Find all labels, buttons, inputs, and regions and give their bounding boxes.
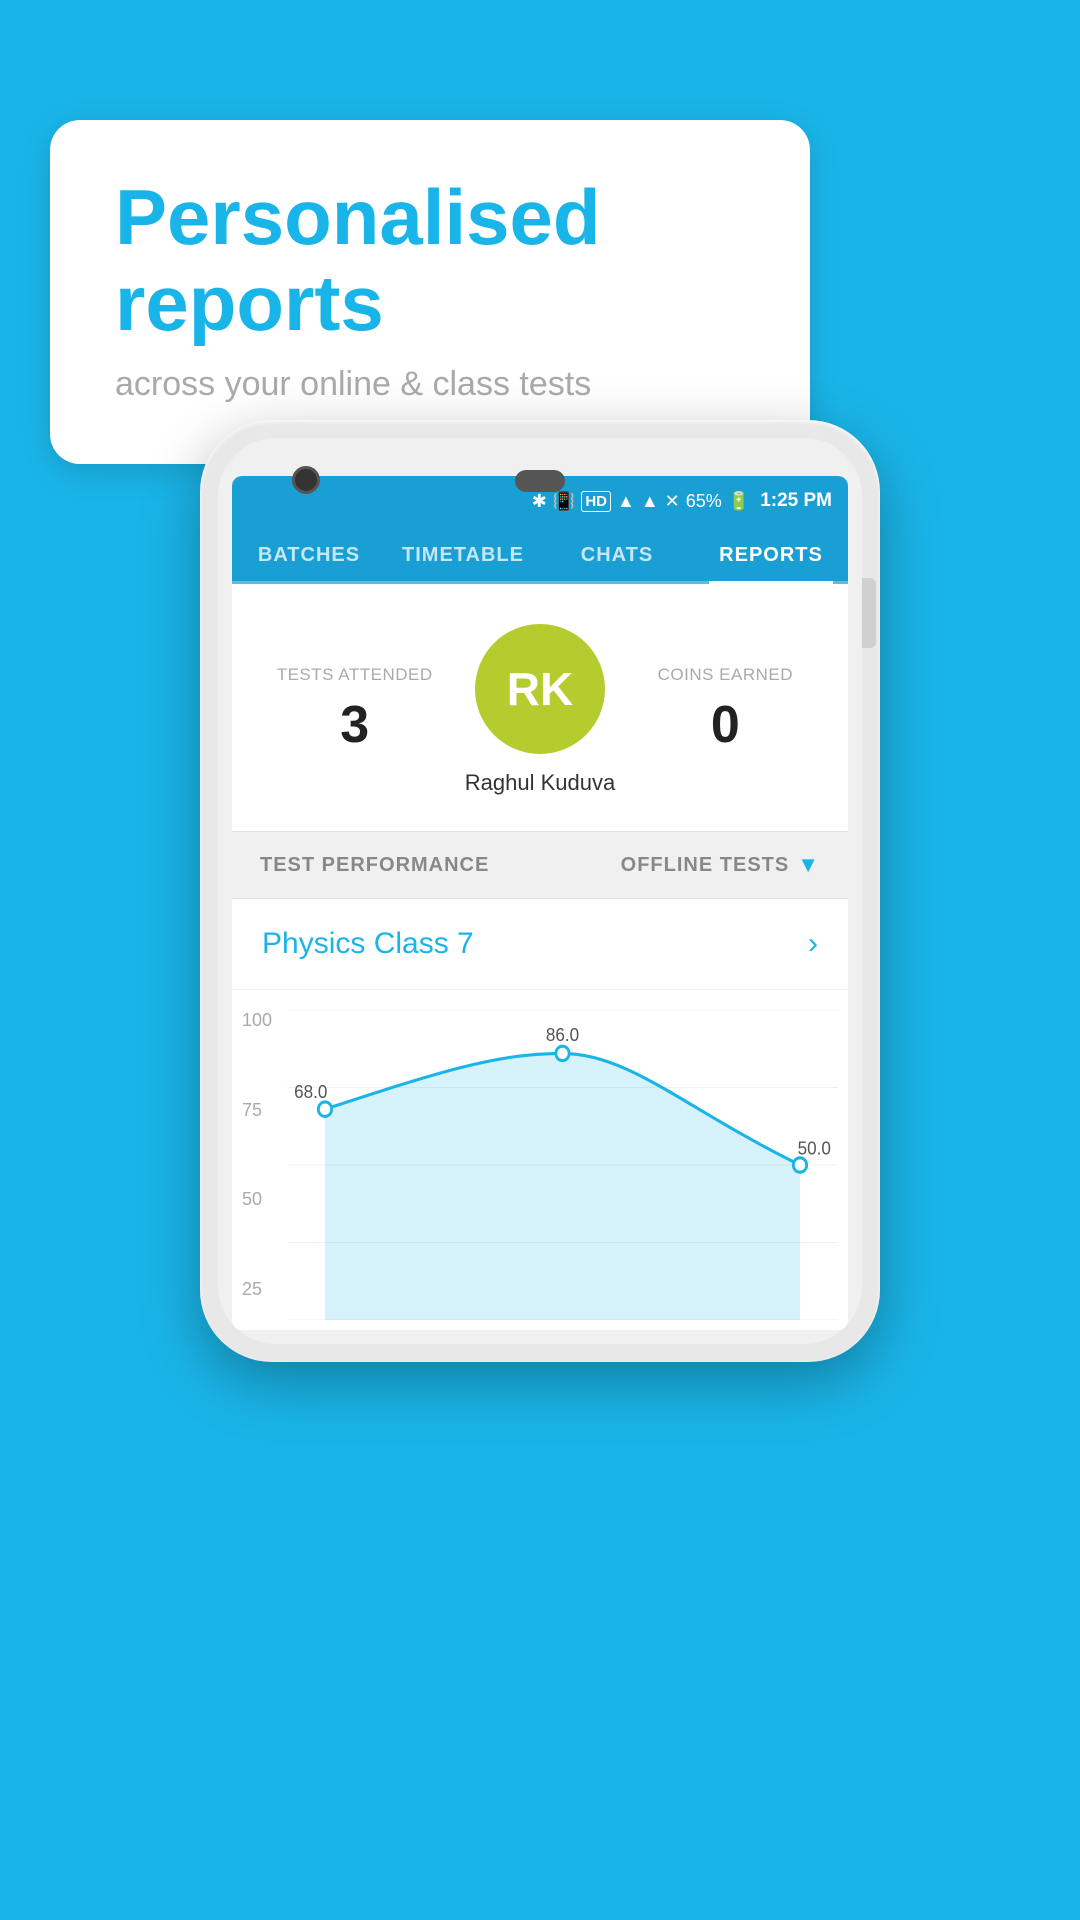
section-bar-label: TEST PERFORMANCE [260,854,489,877]
y-label-100: 100 [242,1010,272,1031]
tests-attended-block: TESTS ATTENDED 3 [262,665,447,755]
chart-label-2: 50.0 [798,1138,831,1159]
chart-dot-2 [793,1158,806,1172]
class-row[interactable]: Physics Class 7 › [232,899,848,990]
coins-earned-label: COINS EARNED [633,665,818,685]
status-icons: ✱ 📳 HD ▲ ▲ ✕ 65% 🔋 1:25 PM [532,490,832,512]
phone-top-hardware [232,452,848,476]
phone-middle: ✱ 📳 HD ▲ ▲ ✕ 65% 🔋 1:25 PM BATCHES [218,438,862,1344]
battery-text: 65% [686,491,722,512]
tab-batches[interactable]: BATCHES [232,526,386,581]
chart-fill [325,1053,800,1320]
phone-outer: ✱ 📳 HD ▲ ▲ ✕ 65% 🔋 1:25 PM BATCHES [200,420,880,1362]
y-label-25: 25 [242,1279,272,1300]
tab-reports[interactable]: REPORTS [694,526,848,581]
chevron-down-icon: ▼ [797,852,820,878]
coins-earned-value: 0 [633,695,818,755]
user-name: Raghul Kuduva [465,770,615,796]
chart-y-labels: 100 75 50 25 [242,1010,272,1300]
phone-mockup: ✱ 📳 HD ▲ ▲ ✕ 65% 🔋 1:25 PM BATCHES [200,420,880,1362]
section-bar: TEST PERFORMANCE OFFLINE TESTS ▼ [232,831,848,899]
time-display: 1:25 PM [760,490,832,512]
avatar-initials: RK [507,662,573,716]
avatar-block: RK Raghul Kuduva [447,624,632,796]
coins-earned-block: COINS EARNED 0 [633,665,818,755]
wifi-icon: ▲ [617,491,635,512]
bubble-subtitle: across your online & class tests [115,365,745,404]
chart-label-1: 86.0 [546,1024,579,1045]
tab-timetable[interactable]: TIMETABLE [386,526,540,581]
tests-attended-label: TESTS ATTENDED [262,665,447,685]
line-chart: 68.0 86.0 50.0 [287,1010,838,1320]
avatar: RK [475,624,605,754]
class-name: Physics Class 7 [262,927,474,961]
offline-tests-dropdown[interactable]: OFFLINE TESTS ▼ [621,852,820,878]
profile-section: TESTS ATTENDED 3 RK Raghul Kuduva COINS … [232,584,848,831]
class-arrow-icon: › [808,927,818,961]
nav-tabs: BATCHES TIMETABLE CHATS REPORTS [232,526,848,584]
signal-x-icon: ✕ [665,491,680,512]
vibrate-icon: 📳 [553,491,575,512]
chart-svg-container: 68.0 86.0 50.0 [287,1010,838,1320]
chart-label-0: 68.0 [294,1081,327,1102]
tab-chats[interactable]: CHATS [540,526,694,581]
phone-screen: ✱ 📳 HD ▲ ▲ ✕ 65% 🔋 1:25 PM BATCHES [232,476,848,1330]
chart-area: 100 75 50 25 [232,990,848,1330]
chart-dot-1 [556,1046,569,1060]
hd-icon: HD [581,491,611,512]
bubble-title: Personalised reports [115,175,745,347]
signal-icon: ▲ [641,491,659,512]
bluetooth-icon: ✱ [532,491,547,512]
battery-icon: 🔋 [728,491,750,512]
front-camera [292,466,320,494]
speech-bubble: Personalised reports across your online … [50,120,810,464]
phone-side-button [862,578,876,648]
tests-attended-value: 3 [262,695,447,755]
y-label-75: 75 [242,1100,272,1121]
phone-speaker [515,470,565,492]
offline-tests-label: OFFLINE TESTS [621,854,790,877]
chart-dot-0 [318,1102,331,1116]
y-label-50: 50 [242,1189,272,1210]
